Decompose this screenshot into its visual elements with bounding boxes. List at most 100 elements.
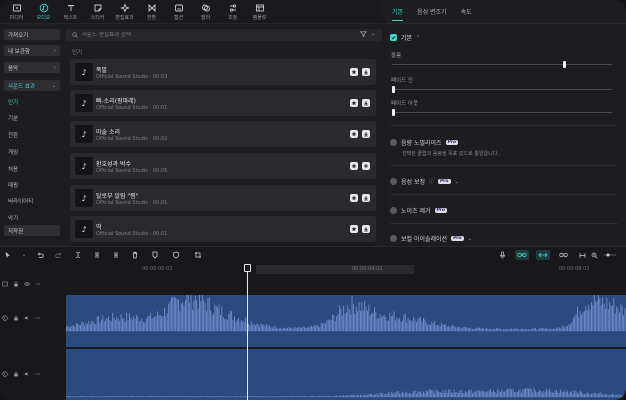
- split-right-button[interactable]: [112, 251, 120, 259]
- undo-button[interactable]: [36, 251, 44, 259]
- shield-button[interactable]: [172, 251, 180, 259]
- more-icon[interactable]: [35, 281, 41, 287]
- tool-caption[interactable]: 캡션: [165, 0, 192, 24]
- enhance-voice-radio[interactable]: [390, 178, 397, 185]
- download-button[interactable]: [362, 194, 370, 202]
- tab-voice-changer[interactable]: 음성 변조기: [417, 0, 447, 24]
- sidebar-item-transition[interactable]: 전환: [8, 131, 18, 139]
- download-button[interactable]: [362, 99, 370, 107]
- track-item[interactable]: ♪ 폭발 Official Sound Studio · 00:03: [70, 59, 376, 85]
- favorite-button[interactable]: [350, 130, 358, 138]
- mark-button[interactable]: [151, 251, 159, 259]
- sound-effects-button[interactable]: 사운드 효과 ⌄: [4, 80, 60, 91]
- playhead-line[interactable]: [247, 265, 248, 400]
- split-button[interactable]: [74, 251, 82, 259]
- download-button[interactable]: [362, 225, 370, 233]
- crop-button[interactable]: [194, 251, 202, 259]
- sidebar: 가져오기 내 보관함 › 음악 › 사운드 효과 ⌄ 인기 기분 전환 게임 처음 매…: [0, 25, 62, 244]
- add-button[interactable]: [362, 162, 370, 170]
- main-track-magnet-button[interactable]: [515, 250, 529, 260]
- favorite-button[interactable]: [350, 225, 358, 233]
- favorite-button[interactable]: [350, 194, 358, 202]
- sidebar-item-first[interactable]: 처음: [8, 165, 18, 173]
- lock-icon[interactable]: [13, 371, 19, 377]
- download-button[interactable]: [362, 130, 370, 138]
- sidebar-item-mood[interactable]: 기분: [8, 114, 18, 122]
- preview-axis-button[interactable]: [578, 250, 586, 260]
- linkage-button[interactable]: [558, 250, 568, 260]
- normalize-radio[interactable]: [390, 139, 397, 146]
- tool-text[interactable]: 텍스트: [57, 0, 84, 24]
- sidebar-item-instrument[interactable]: 악기: [8, 214, 18, 222]
- select-tool-button[interactable]: [4, 251, 12, 259]
- lock-icon[interactable]: [13, 281, 19, 287]
- microphone-button[interactable]: [498, 250, 506, 260]
- normalize-toggle[interactable]: 음량 노멀라이즈 Pro: [390, 138, 459, 147]
- favorite-button[interactable]: [350, 99, 358, 107]
- speaker-icon[interactable]: [24, 315, 30, 321]
- track-item[interactable]: ♪ 마술 소리 Official Sound Studio · 00:02: [70, 121, 376, 147]
- waveform-bar: [304, 395, 305, 397]
- favorite-button[interactable]: [350, 68, 358, 76]
- redo-button[interactable]: [55, 251, 63, 259]
- speaker-icon[interactable]: [24, 371, 30, 377]
- sidebar-item-mapping[interactable]: 매핑: [8, 181, 18, 189]
- playhead-handle[interactable]: [244, 264, 251, 272]
- favorite-button[interactable]: [350, 162, 358, 170]
- fade-in-slider-knob[interactable]: [392, 86, 395, 93]
- time-ruler[interactable]: 00:00:00:02 00:00:04:02 00:00:08:02: [62, 263, 626, 275]
- split-left-button[interactable]: [93, 251, 101, 259]
- fade-in-slider[interactable]: [392, 86, 612, 93]
- filter-button[interactable]: ⌄: [360, 31, 375, 37]
- tool-media[interactable]: 미디어: [3, 0, 30, 24]
- track-item[interactable]: ♪ 탈로부 알림 "찡" Official Sound Studio · 00:…: [70, 185, 376, 211]
- tab-speed[interactable]: 속도: [461, 0, 472, 24]
- tool-filter[interactable]: 필터: [192, 0, 219, 24]
- audio-clip[interactable]: [66, 349, 626, 400]
- denoise-radio[interactable]: [390, 207, 397, 214]
- volume-slider[interactable]: [392, 61, 612, 68]
- fade-out-slider-knob[interactable]: [392, 109, 395, 116]
- music-button[interactable]: 음악 ›: [4, 62, 60, 73]
- sidebar-item-popular[interactable]: 인기: [8, 98, 18, 106]
- auto-snap-button[interactable]: [536, 250, 550, 260]
- track-item[interactable]: ♪ 딱 Official Sound Studio · 00:01: [70, 216, 376, 242]
- tool-transition[interactable]: 전환: [138, 0, 165, 24]
- more-icon[interactable]: [35, 315, 41, 321]
- tool-audio[interactable]: 오디오: [30, 0, 57, 24]
- waveform-bar: [395, 320, 396, 331]
- audio-clip[interactable]: [66, 295, 626, 347]
- lock-icon[interactable]: [13, 315, 19, 321]
- sidebar-item-variety[interactable]: 버라이어티: [8, 197, 33, 205]
- basic-section-header[interactable]: 기본 ⌃: [390, 33, 420, 42]
- more-icon[interactable]: [35, 371, 41, 377]
- vocal-isolation-toggle[interactable]: 보컬 아이솔레이션 Pro ⌄: [390, 234, 472, 243]
- track-item[interactable]: ♪ 환호성과 박수 Official Sound Studio · 00:05: [70, 153, 376, 179]
- sidebar-item-game[interactable]: 게임: [8, 148, 18, 156]
- track-thumbnail-icon[interactable]: [2, 281, 8, 287]
- zoom-slider[interactable]: [604, 250, 616, 260]
- import-button[interactable]: 가져오기: [4, 29, 60, 40]
- download-button[interactable]: [362, 68, 370, 76]
- eye-icon[interactable]: [24, 281, 30, 287]
- waveform-bar: [129, 313, 130, 331]
- vocal-isolation-radio[interactable]: [390, 235, 397, 242]
- zoom-out-button[interactable]: [590, 250, 598, 260]
- enhance-voice-toggle[interactable]: 음성 보정 ⓘ Pro ⌄: [390, 177, 459, 186]
- denoise-toggle[interactable]: 노이즈 제거 Pro: [390, 206, 447, 215]
- fade-out-slider[interactable]: [392, 109, 612, 116]
- tool-template[interactable]: 템플릿: [246, 0, 273, 24]
- my-storage-button[interactable]: 내 보관함 ›: [4, 45, 60, 56]
- basic-checkbox[interactable]: [390, 34, 397, 41]
- select-dropdown-button[interactable]: ⌄: [20, 251, 28, 259]
- volume-slider-knob[interactable]: [562, 61, 566, 68]
- copyright-button[interactable]: 저작권: [4, 225, 60, 236]
- tool-adjust[interactable]: 조정: [219, 0, 246, 24]
- tool-effects[interactable]: 편집효과: [111, 0, 138, 24]
- waveform-bar: [484, 391, 486, 397]
- delete-button[interactable]: [131, 251, 139, 259]
- tab-basic[interactable]: 기본: [392, 0, 404, 24]
- track-item[interactable]: ♪ 빠-소리(팡파레) Official Sound Studio · 00:0…: [70, 90, 376, 116]
- search-input[interactable]: [82, 32, 352, 38]
- tool-sticker[interactable]: 스티커: [84, 0, 111, 24]
